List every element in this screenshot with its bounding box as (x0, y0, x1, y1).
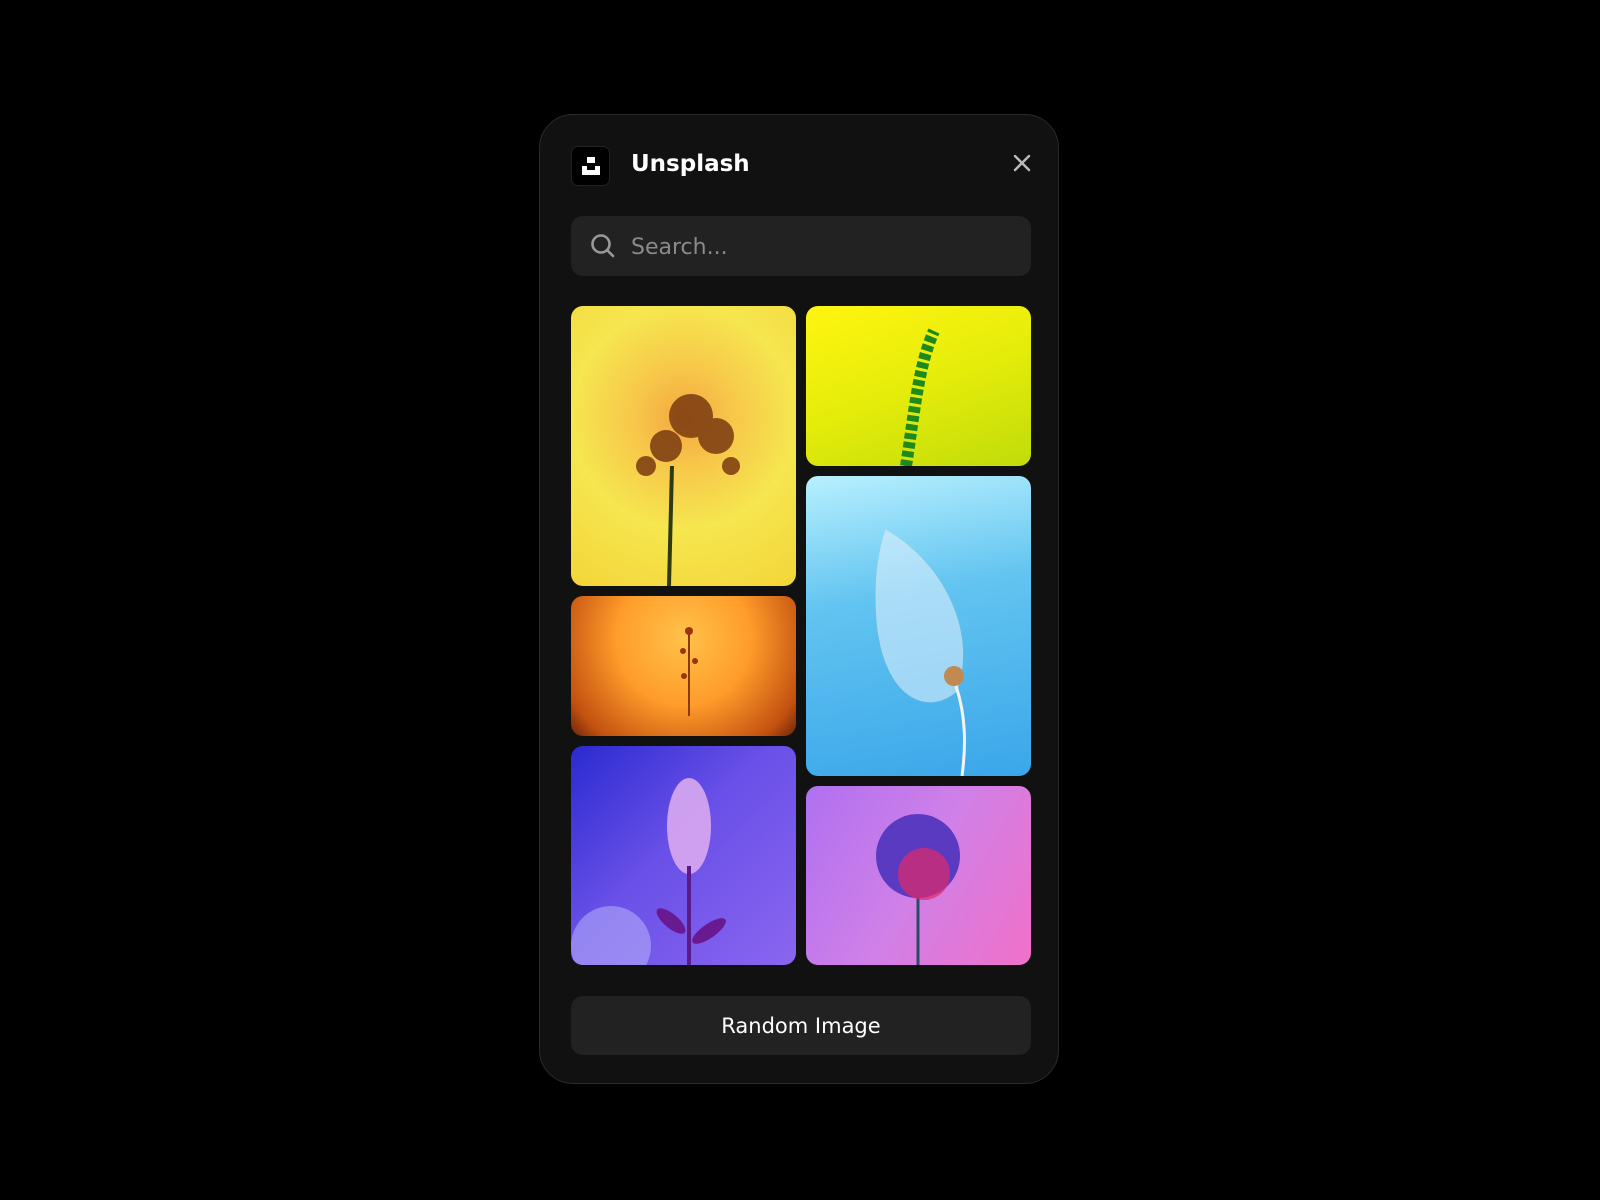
search-icon (591, 234, 615, 258)
spike-silhouette (571, 778, 726, 965)
image-blue-physalis-leaf[interactable] (806, 476, 1031, 776)
search-field[interactable] (571, 216, 1031, 278)
sprig-silhouette (680, 627, 698, 716)
image-pink-allium[interactable] (806, 786, 1031, 965)
allium-silhouette (876, 814, 960, 965)
image-green-fern[interactable] (806, 306, 1031, 466)
unsplash-panel: Unsplash Random Image (539, 114, 1059, 1084)
random-image-button[interactable]: Random Image (571, 996, 1031, 1055)
image-orange-sprig[interactable] (571, 596, 796, 736)
flower-silhouette (636, 394, 740, 586)
close-icon (1013, 154, 1031, 172)
image-purple-flower-spike[interactable] (571, 746, 796, 965)
fern-silhouette (900, 328, 940, 466)
image-yellow-flower[interactable] (571, 306, 796, 586)
unsplash-logo-icon (571, 146, 610, 186)
close-button[interactable] (1010, 151, 1034, 175)
leaf-silhouette (875, 529, 966, 776)
search-input[interactable] (629, 216, 1013, 278)
app-title: Unsplash (631, 151, 750, 177)
